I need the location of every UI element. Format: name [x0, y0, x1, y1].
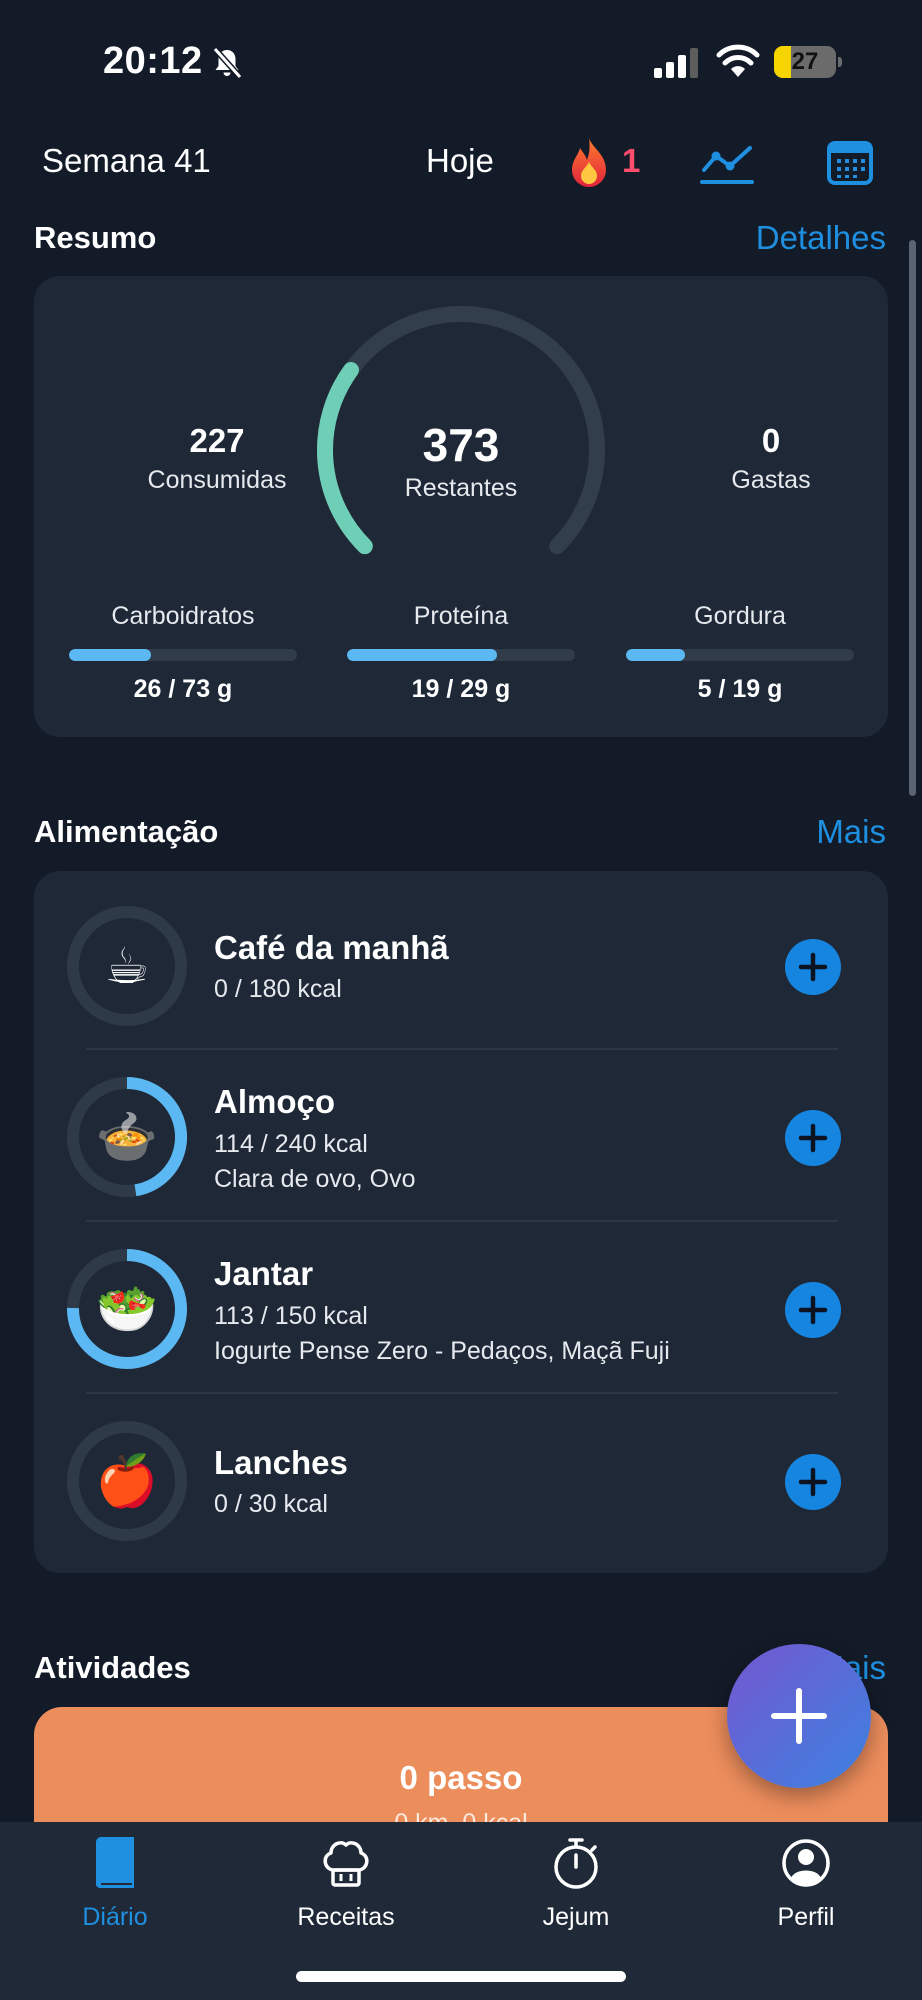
quick-add-button[interactable] [727, 1644, 871, 1788]
remaining-label: Restantes [404, 474, 518, 502]
meals-card: ☕ Café da manhã 0 / 180 kcal 🍲 Almoço 11… [34, 871, 888, 1573]
scrollbar[interactable] [909, 240, 916, 796]
chef-hat-icon [323, 1841, 369, 1887]
meal-name: Lanches [214, 1444, 348, 1481]
plus-icon [798, 1467, 828, 1497]
burned-label: Gastas [731, 466, 811, 494]
home-indicator [296, 1971, 626, 1982]
meal-foods: Clara de ovo, Ovo [214, 1165, 416, 1193]
week-selector[interactable]: Semana 41 [42, 142, 211, 180]
book-icon [96, 1837, 134, 1889]
summary-title: Resumo [34, 220, 157, 255]
macro-label: Carboidratos [111, 602, 255, 630]
add-lunch-button[interactable] [785, 1110, 841, 1166]
remaining-stat: 373 Restantes [351, 418, 571, 503]
protein-macro: Proteína 19 / 29 g [347, 602, 575, 704]
meal-snacks[interactable]: 🍎 Lanches 0 / 30 kcal [34, 1386, 888, 1557]
meal-kcal: 113 / 150 kcal [214, 1302, 368, 1330]
plus-icon [798, 1123, 828, 1153]
profile-icon [782, 1839, 830, 1887]
macro-label: Proteína [413, 602, 509, 630]
consumed-label: Consumidas [147, 466, 287, 494]
soup-bowl-icon: 🍲 [95, 1108, 159, 1166]
date-selector[interactable]: Hoje [426, 142, 494, 180]
macro-progress-bar [347, 649, 575, 661]
add-snack-button[interactable] [785, 1454, 841, 1510]
consumed-stat: 227 Consumidas [107, 422, 327, 495]
stopwatch-icon [554, 1838, 598, 1889]
add-breakfast-button[interactable] [785, 939, 841, 995]
tab-profile[interactable]: Perfil [706, 1836, 906, 1932]
meal-dinner[interactable]: 🥗 Jantar 113 / 150 kcal Iogurte Pense Ze… [34, 1214, 888, 1385]
macro-value: 19 / 29 g [411, 675, 511, 703]
burned-value: 0 [761, 422, 781, 459]
meal-name: Almoço [214, 1083, 336, 1120]
status-bar: 20:12 27 [0, 0, 922, 110]
cellular-signal-icon [654, 48, 698, 78]
meal-name: Café da manhã [214, 929, 449, 966]
add-dinner-button[interactable] [785, 1282, 841, 1338]
status-time: 20:12 [103, 40, 203, 82]
bell-muted-icon [212, 47, 243, 79]
fat-macro: Gordura 5 / 19 g [626, 602, 854, 704]
salad-icon: 🥗 [95, 1280, 159, 1338]
meal-kcal: 0 / 30 kcal [214, 1490, 328, 1518]
tab-diary[interactable]: Diário [15, 1836, 215, 1932]
meal-name: Jantar [214, 1255, 314, 1292]
streak-count[interactable]: 1 [622, 142, 640, 180]
carbs-macro: Carboidratos 26 / 73 g [69, 602, 297, 704]
battery-indicator: 27 [774, 46, 842, 78]
plus-icon [798, 1295, 828, 1325]
macro-progress-bar [626, 649, 854, 661]
meal-foods: Iogurte Pense Zero - Pedaços, Maçã Fuji [214, 1337, 670, 1365]
tab-label: Jejum [542, 1903, 610, 1931]
tab-recipes[interactable]: Receitas [246, 1836, 446, 1932]
food-title: Alimentação [34, 814, 219, 849]
macro-progress-bar [69, 649, 297, 661]
flame-icon[interactable] [566, 136, 612, 190]
apple-icon: 🍎 [95, 1452, 159, 1510]
meal-kcal: 0 / 180 kcal [214, 975, 342, 1003]
tab-label: Perfil [777, 1903, 835, 1931]
plus-icon [798, 952, 828, 982]
macro-value: 26 / 73 g [133, 675, 233, 703]
tab-label: Diário [82, 1903, 148, 1931]
summary-card[interactable]: 227 Consumidas 373 Restantes 0 Gastas Ca… [34, 276, 888, 737]
remaining-value: 373 [422, 419, 500, 471]
consumed-value: 227 [189, 422, 245, 459]
wifi-icon [716, 44, 760, 77]
tab-fasting[interactable]: Jejum [476, 1836, 676, 1932]
burned-stat: 0 Gastas [661, 422, 881, 495]
details-link[interactable]: Detalhes [756, 219, 886, 257]
meal-breakfast[interactable]: ☕ Café da manhã 0 / 180 kcal [34, 871, 888, 1042]
meal-lunch[interactable]: 🍲 Almoço 114 / 240 kcal Clara de ovo, Ov… [34, 1042, 888, 1213]
battery-level: 27 [791, 48, 819, 75]
calendar-icon[interactable] [826, 138, 874, 186]
meal-kcal: 114 / 240 kcal [214, 1130, 368, 1158]
plus-icon [771, 1688, 827, 1744]
food-more-link[interactable]: Mais [816, 813, 886, 851]
coffee-icon: ☕ [104, 937, 150, 995]
tab-label: Receitas [297, 1903, 395, 1931]
activities-title: Atividades [34, 1650, 191, 1685]
macro-label: Gordura [694, 602, 786, 630]
line-chart-icon[interactable] [700, 138, 754, 186]
macro-value: 5 / 19 g [697, 675, 783, 703]
